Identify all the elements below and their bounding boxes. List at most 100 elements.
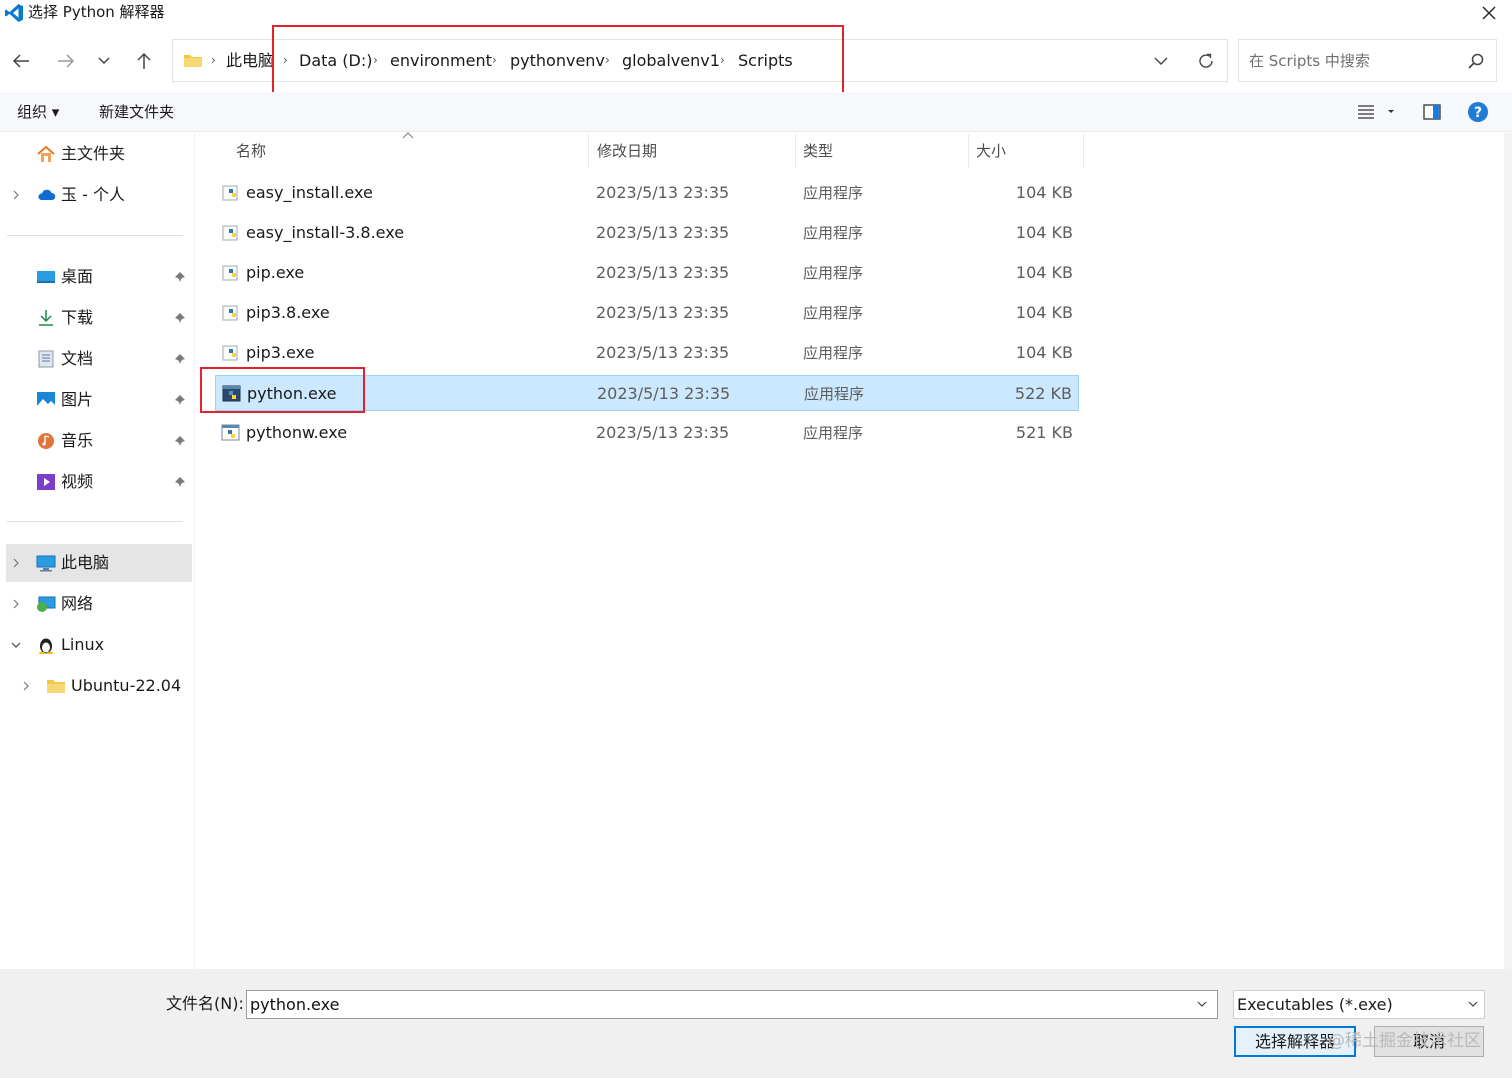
sidebar-item-desktop[interactable]: 桌面 xyxy=(6,258,192,296)
vertical-scrollbar[interactable] xyxy=(1504,133,1512,969)
refresh-button[interactable] xyxy=(1193,49,1219,73)
file-row[interactable]: pip.exe 2023/5/13 23:35 应用程序 104 KB xyxy=(215,255,1079,291)
sidebar-item-linux[interactable]: Linux xyxy=(6,626,192,664)
column-divider[interactable] xyxy=(588,134,589,168)
close-button[interactable] xyxy=(1474,0,1504,26)
file-type: 应用程序 xyxy=(803,264,864,282)
file-row[interactable]: pythonw.exe 2023/5/13 23:35 应用程序 521 KB xyxy=(215,415,1079,451)
column-divider[interactable] xyxy=(1083,134,1084,168)
column-divider[interactable] xyxy=(795,134,796,168)
file-row[interactable]: easy_install.exe 2023/5/13 23:35 应用程序 10… xyxy=(215,175,1079,211)
breadcrumb-separator: › xyxy=(283,53,288,67)
sidebar-item-videos[interactable]: 视频 xyxy=(6,463,192,501)
sidebar-item-label: 音乐 xyxy=(61,431,94,450)
chevron-right-icon xyxy=(13,558,19,568)
sidebar-item-home[interactable]: 主文件夹 xyxy=(6,135,192,173)
breadcrumb-data-drive[interactable]: Data (D:) xyxy=(299,40,372,81)
sidebar-divider xyxy=(7,235,183,236)
sidebar-item-label: Ubuntu-22.04 xyxy=(71,676,182,695)
select-interpreter-button[interactable]: 选择解释器 xyxy=(1234,1026,1356,1057)
python-exe-icon xyxy=(222,225,238,241)
search-box[interactable] xyxy=(1238,39,1497,82)
file-row[interactable]: pip3.exe 2023/5/13 23:35 应用程序 104 KB xyxy=(215,335,1079,371)
folder-icon xyxy=(47,680,65,693)
search-input[interactable] xyxy=(1249,40,1459,81)
sidebar-item-this-pc[interactable]: 此电脑 xyxy=(6,544,192,582)
sidebar-item-network[interactable]: 网络 xyxy=(6,585,192,623)
home-icon xyxy=(37,145,55,162)
pin-icon xyxy=(175,477,185,487)
filename-input[interactable] xyxy=(250,991,1180,1018)
search-icon xyxy=(1468,53,1484,69)
file-name: pip3.8.exe xyxy=(246,303,330,322)
file-date: 2023/5/13 23:35 xyxy=(596,423,730,442)
python-exe-icon xyxy=(222,345,238,361)
sidebar-item-label: 下载 xyxy=(61,308,94,327)
sidebar-item-downloads[interactable]: 下载 xyxy=(6,299,192,337)
file-size: 104 KB xyxy=(1015,343,1073,362)
file-size: 104 KB xyxy=(1015,183,1073,202)
chevron-down-icon[interactable] xyxy=(1195,997,1209,1011)
sort-ascending-icon xyxy=(402,132,414,139)
file-type: 应用程序 xyxy=(803,184,864,202)
python-exe-icon xyxy=(222,265,238,281)
filetype-select[interactable]: Executables (*.exe) xyxy=(1233,990,1485,1019)
column-header-size[interactable]: 大小 xyxy=(976,138,1006,165)
up-button[interactable] xyxy=(127,44,161,78)
file-date: 2023/5/13 23:35 xyxy=(596,303,730,322)
breadcrumb-separator: › xyxy=(605,53,610,67)
video-icon xyxy=(37,474,55,490)
linux-penguin-icon xyxy=(39,638,53,654)
chevron-right-icon xyxy=(13,190,19,200)
sidebar-item-ubuntu[interactable]: Ubuntu-22.04 xyxy=(6,667,192,705)
breadcrumb-scripts[interactable]: Scripts xyxy=(738,40,793,81)
column-divider[interactable] xyxy=(968,134,969,168)
breadcrumb-separator: › xyxy=(492,53,497,67)
sidebar-item-pictures[interactable]: 图片 xyxy=(6,381,192,419)
sidebar-item-onedrive[interactable]: 玉 - 个人 xyxy=(6,176,192,214)
breadcrumb-environment[interactable]: environment xyxy=(390,40,492,81)
column-header-name[interactable]: 名称 xyxy=(236,138,266,165)
view-options-button[interactable] xyxy=(1356,103,1400,121)
organize-menu[interactable]: 组织 ▾ xyxy=(17,92,59,132)
file-name: easy_install.exe xyxy=(246,183,373,202)
window-title: 选择 Python 解释器 xyxy=(28,3,165,21)
file-row[interactable]: pip3.8.exe 2023/5/13 23:35 应用程序 104 KB xyxy=(215,295,1079,331)
address-history-dropdown[interactable] xyxy=(1149,50,1173,72)
cancel-button[interactable]: 取消 xyxy=(1374,1026,1484,1057)
navigation-pane: 主文件夹 玉 - 个人 桌面 下载 文档 图片 音乐 视频 此电脑 网络 Lin… xyxy=(0,133,195,969)
column-header-date[interactable]: 修改日期 xyxy=(597,138,657,165)
preview-pane-button[interactable] xyxy=(1422,102,1442,122)
back-button[interactable] xyxy=(4,44,38,78)
sidebar-item-music[interactable]: 音乐 xyxy=(6,422,192,460)
chevron-right-icon xyxy=(23,681,29,691)
address-bar[interactable]: › 此电脑 › Data (D:) › environment › python… xyxy=(172,39,1228,82)
command-bar: 组织 ▾ 新建文件夹 ? xyxy=(0,92,1512,132)
file-date: 2023/5/13 23:35 xyxy=(596,263,730,282)
breadcrumb-globalvenv1[interactable]: globalvenv1 xyxy=(622,40,720,81)
svg-text:?: ? xyxy=(1474,105,1482,121)
file-row-selected[interactable]: python.exe 2023/5/13 23:35 应用程序 522 KB xyxy=(215,375,1079,411)
computer-icon xyxy=(36,555,56,572)
breadcrumb-separator: › xyxy=(211,53,216,67)
breadcrumb-this-pc[interactable]: 此电脑 xyxy=(226,40,274,81)
file-date: 2023/5/13 23:35 xyxy=(596,183,730,202)
new-folder-button[interactable]: 新建文件夹 xyxy=(99,92,174,132)
chevron-down-icon xyxy=(1154,57,1168,65)
file-date: 2023/5/13 23:35 xyxy=(597,384,731,403)
file-row[interactable]: easy_install-3.8.exe 2023/5/13 23:35 应用程… xyxy=(215,215,1079,251)
sidebar-item-label: 主文件夹 xyxy=(61,144,126,163)
sidebar-item-documents[interactable]: 文档 xyxy=(6,340,192,378)
column-header-type[interactable]: 类型 xyxy=(803,138,833,165)
breadcrumb-pythonvenv[interactable]: pythonvenv xyxy=(510,40,605,81)
recent-locations-button[interactable] xyxy=(87,44,121,78)
file-date: 2023/5/13 23:35 xyxy=(596,343,730,362)
file-type: 应用程序 xyxy=(803,304,864,322)
help-button[interactable]: ? xyxy=(1467,101,1489,123)
filename-combobox[interactable] xyxy=(246,990,1218,1019)
filename-label: 文件名(N): xyxy=(166,994,244,1013)
music-icon xyxy=(38,433,54,449)
forward-button[interactable] xyxy=(49,44,83,78)
sidebar-item-label: 玉 - 个人 xyxy=(61,185,125,204)
python-exe-icon xyxy=(222,185,238,201)
